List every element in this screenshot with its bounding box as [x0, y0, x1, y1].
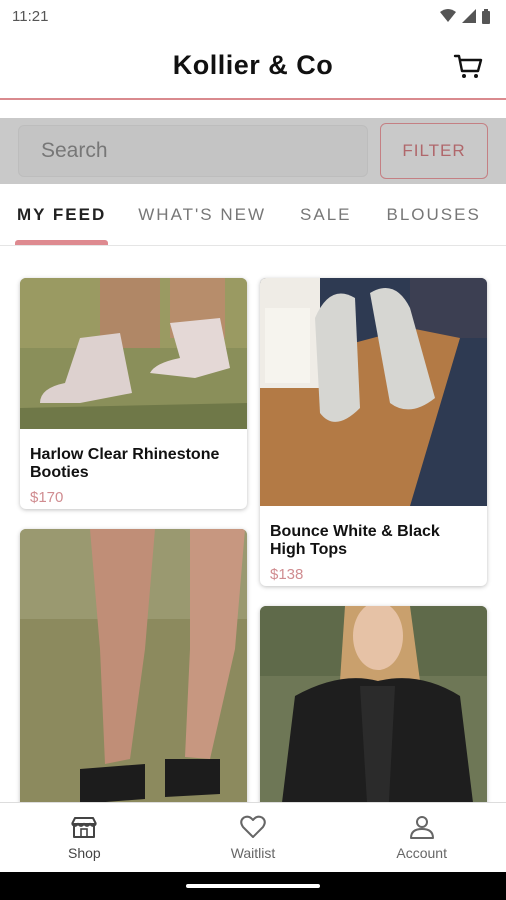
cart-icon[interactable] — [452, 50, 484, 82]
nav-account[interactable]: Account — [337, 803, 506, 872]
search-input[interactable]: Search — [18, 125, 368, 177]
home-gesture-handle[interactable] — [186, 884, 320, 888]
filter-button[interactable]: FILTER — [380, 123, 488, 179]
nav-account-label: Account — [396, 844, 447, 861]
product-card[interactable] — [260, 606, 487, 819]
tab-whats-new[interactable]: WHAT'S NEW — [138, 184, 266, 245]
search-placeholder: Search — [41, 139, 108, 162]
product-image-black-sandals — [20, 529, 247, 819]
nav-waitlist[interactable]: Waitlist — [169, 803, 338, 872]
system-nav-bar — [0, 872, 506, 900]
product-price: $138 — [270, 566, 304, 583]
search-bar: Search FILTER — [0, 118, 506, 184]
product-image-rhinestone-booties — [20, 278, 247, 429]
tab-sale[interactable]: SALE — [300, 184, 351, 245]
wifi-icon — [440, 9, 456, 22]
tab-my-feed[interactable]: MY FEED — [14, 184, 109, 245]
signal-icon — [462, 9, 476, 23]
tab-blouses[interactable]: BLOUSES — [387, 184, 481, 245]
product-name: Bounce White & Black High Tops — [270, 523, 440, 558]
store-icon — [71, 816, 98, 838]
bottom-nav: Shop Waitlist Account — [0, 802, 506, 872]
status-time: 11:21 — [12, 7, 49, 25]
app-title: Kollier & Co — [172, 49, 334, 80]
app-header: Kollier & Co — [0, 32, 506, 100]
status-bar: 11:21 — [0, 0, 506, 32]
category-tabs: MY FEED WHAT'S NEW SALE BLOUSES S — [0, 184, 506, 246]
nav-waitlist-label: Waitlist — [230, 844, 276, 861]
product-name: Harlow Clear Rhinestone Booties — [30, 446, 220, 481]
product-price: $170 — [30, 489, 64, 506]
nav-shop-label: Shop — [67, 844, 101, 861]
battery-icon — [482, 8, 490, 24]
product-image-leather-jacket — [260, 606, 487, 819]
person-icon — [409, 815, 434, 839]
product-card[interactable]: Bounce White & Black High Tops $138 — [260, 278, 487, 586]
status-icons — [440, 8, 490, 24]
heart-icon — [240, 815, 266, 838]
product-image-high-tops — [260, 278, 487, 506]
nav-shop[interactable]: Shop — [0, 803, 169, 872]
product-card[interactable]: Harlow Clear Rhinestone Booties $170 — [20, 278, 247, 509]
product-card[interactable] — [20, 529, 247, 819]
